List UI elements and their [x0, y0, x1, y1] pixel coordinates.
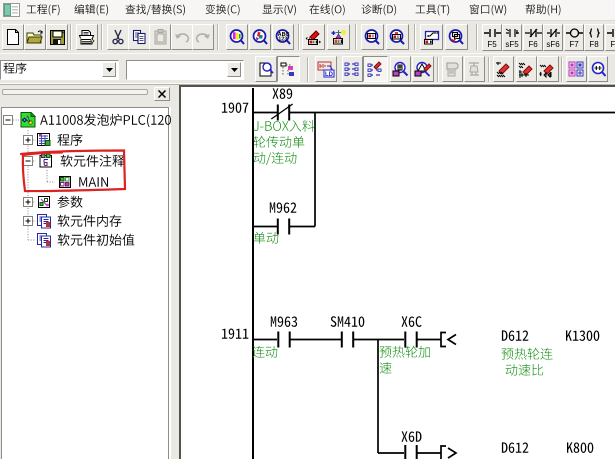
svg-text:123: 123 — [278, 36, 287, 42]
svg-text:LD: LD — [325, 72, 334, 78]
